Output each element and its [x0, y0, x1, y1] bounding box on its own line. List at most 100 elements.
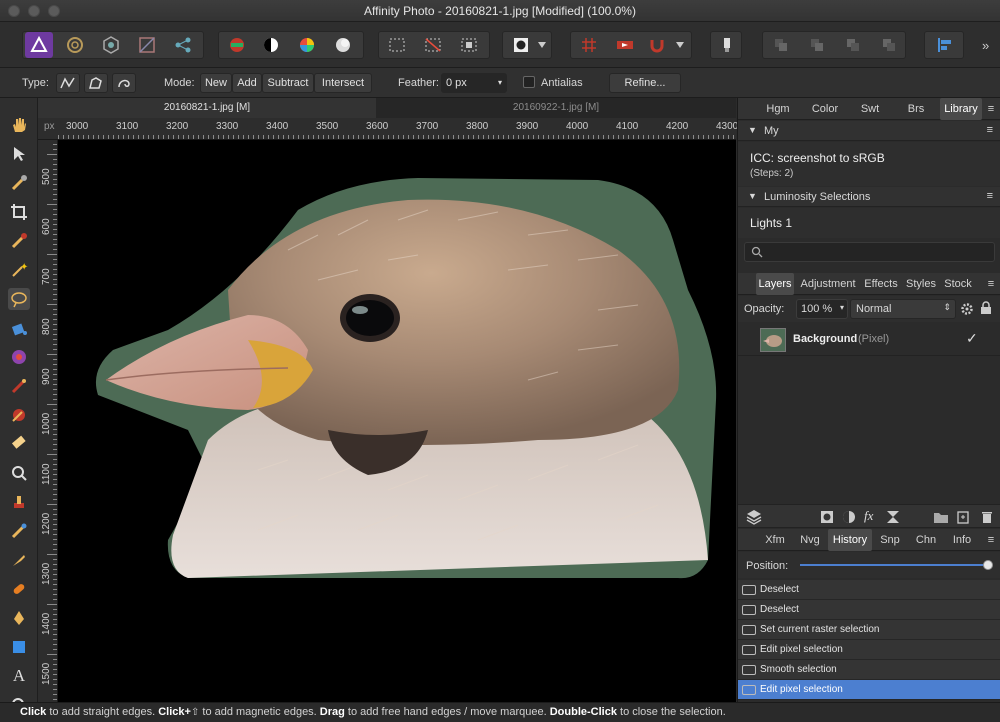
develop-persona-icon[interactable]: [97, 32, 125, 58]
freehand-type-button[interactable]: [84, 73, 108, 93]
grid-icon[interactable]: [575, 32, 603, 58]
layers-stack-icon[interactable]: [746, 509, 762, 525]
minimize-window-button[interactable]: [28, 5, 40, 17]
color-picker-tool-icon[interactable]: [8, 172, 30, 194]
mode-add-button[interactable]: Add: [232, 73, 262, 93]
eraser-tool-icon[interactable]: [8, 433, 30, 455]
clone-tool-icon[interactable]: [8, 491, 30, 513]
tab-history[interactable]: History: [828, 529, 872, 551]
group-menu-icon[interactable]: ≡: [987, 124, 993, 136]
move-tool-icon[interactable]: [8, 143, 30, 165]
mode-new-button[interactable]: New: [200, 73, 232, 93]
tone-mapping-persona-icon[interactable]: [133, 32, 161, 58]
arrange-backward-icon[interactable]: [803, 32, 831, 58]
deselect-icon[interactable]: [419, 32, 447, 58]
snapping-magnet-icon[interactable]: [643, 32, 671, 58]
text-tool-icon[interactable]: A: [8, 665, 30, 687]
library-group-my[interactable]: ▼ My ≡: [738, 121, 1000, 141]
liquify-persona-icon[interactable]: [61, 32, 89, 58]
feather-field[interactable]: 0 px ▾: [441, 73, 507, 93]
vertical-ruler[interactable]: 500 600 700 800 900 1000 1100 1200 1300 1400 1500: [38, 140, 58, 702]
library-item-lights[interactable]: Lights 1: [738, 208, 1000, 238]
patch-tool-icon[interactable]: [8, 578, 30, 600]
mode-subtract-button[interactable]: Subtract: [262, 73, 314, 93]
tab-styles[interactable]: Styles: [902, 273, 940, 295]
blend-mode-select[interactable]: Normal ⇕: [850, 299, 956, 319]
tab-histogram[interactable]: Hgm: [758, 98, 798, 120]
export-persona-icon[interactable]: [169, 32, 197, 58]
dodge-tool-icon[interactable]: [8, 462, 30, 484]
arrange-back-icon[interactable]: [767, 32, 795, 58]
visibility-check-icon[interactable]: ✓: [966, 330, 978, 347]
chevron-down-icon[interactable]: ▾: [498, 74, 502, 92]
group-menu-icon[interactable]: ≡: [987, 190, 993, 202]
levels-icon[interactable]: [223, 32, 251, 58]
hand-tool-icon[interactable]: [8, 114, 30, 136]
tab-navigator[interactable]: Nvg: [796, 529, 824, 551]
panel-menu-icon[interactable]: ≡: [984, 273, 998, 295]
tab-library[interactable]: Library: [940, 98, 982, 120]
magnetic-type-button[interactable]: [112, 73, 136, 93]
gradient-tool-icon[interactable]: [8, 346, 30, 368]
trash-icon[interactable]: [980, 510, 994, 524]
crop-tool-icon[interactable]: [8, 201, 30, 223]
tab-info[interactable]: Info: [948, 529, 976, 551]
assistant-icon[interactable]: [611, 32, 639, 58]
position-slider-thumb[interactable]: [983, 560, 993, 570]
color-wheel-icon[interactable]: [293, 32, 321, 58]
tab-stock[interactable]: Stock: [940, 273, 976, 295]
brush-settings-icon[interactable]: [713, 32, 741, 58]
tab-layers[interactable]: Layers: [756, 273, 794, 295]
position-slider-track[interactable]: [800, 564, 988, 566]
panel-menu-icon[interactable]: ≡: [984, 98, 998, 120]
history-item[interactable]: Deselect: [738, 600, 1000, 620]
doc-tab[interactable]: 20160922-1.jpg [M]: [376, 98, 736, 118]
lock-icon[interactable]: [980, 301, 992, 315]
tab-brushes[interactable]: Brs: [896, 98, 936, 120]
refine-button[interactable]: Refine...: [609, 73, 681, 93]
tab-effects[interactable]: Effects: [860, 273, 902, 295]
pen-tool-icon[interactable]: [8, 607, 30, 629]
history-item[interactable]: Edit pixel selection: [738, 680, 1000, 700]
marquee-icon[interactable]: [383, 32, 411, 58]
horizontal-ruler[interactable]: px 3000 3100 3200 3300 3400 3500 3600 3700 3800 3…: [38, 118, 738, 140]
folder-icon[interactable]: [933, 510, 949, 524]
bird-image[interactable]: [58, 140, 736, 702]
canvas[interactable]: [58, 140, 736, 702]
healing-brush-tool-icon[interactable]: [8, 520, 30, 542]
selection-brush-tool-icon[interactable]: [8, 230, 30, 252]
history-item[interactable]: Set current raster selection: [738, 620, 1000, 640]
chevron-down-icon[interactable]: ▼: [748, 191, 757, 201]
black-white-icon[interactable]: [257, 32, 285, 58]
rectangle-tool-icon[interactable]: [8, 636, 30, 658]
chevron-down-icon[interactable]: ▾: [840, 303, 844, 312]
library-item-icc[interactable]: ICC: screenshot to sRGB (Steps: 2): [738, 142, 1000, 186]
chevron-down-icon[interactable]: [533, 32, 551, 58]
tab-swatches[interactable]: Swt: [850, 98, 890, 120]
chevron-down-icon[interactable]: [671, 32, 689, 58]
paint-brush-tool-icon[interactable]: [8, 375, 30, 397]
quick-mask-icon[interactable]: [507, 32, 535, 58]
library-search-input[interactable]: [744, 242, 995, 262]
history-item[interactable]: Deselect: [738, 580, 1000, 600]
gear-icon[interactable]: [960, 302, 974, 316]
tab-snapshots[interactable]: Snp: [876, 529, 904, 551]
panel-menu-icon[interactable]: ≡: [984, 529, 998, 551]
doc-tab-active[interactable]: 20160821-1.jpg [M]: [38, 98, 376, 118]
invert-selection-icon[interactable]: [455, 32, 483, 58]
polygonal-type-button[interactable]: [56, 73, 80, 93]
tab-transform[interactable]: Xfm: [760, 529, 790, 551]
zoom-window-button[interactable]: [48, 5, 60, 17]
history-item[interactable]: Smooth selection: [738, 660, 1000, 680]
toolbar-overflow-icon[interactable]: »: [982, 38, 989, 53]
adjustment-layer-icon[interactable]: [842, 510, 856, 524]
freehand-selection-tool-icon[interactable]: [8, 288, 30, 310]
arrange-front-icon[interactable]: [875, 32, 903, 58]
layer-row-background[interactable]: Background (Pixel) ✓: [738, 324, 1000, 356]
mode-intersect-button[interactable]: Intersect: [314, 73, 372, 93]
flood-fill-tool-icon[interactable]: [8, 317, 30, 339]
align-icon[interactable]: [931, 32, 959, 58]
chevron-down-icon[interactable]: ▼: [748, 125, 757, 135]
live-filter-icon[interactable]: [886, 510, 900, 524]
flood-select-tool-icon[interactable]: ✦: [8, 259, 30, 281]
